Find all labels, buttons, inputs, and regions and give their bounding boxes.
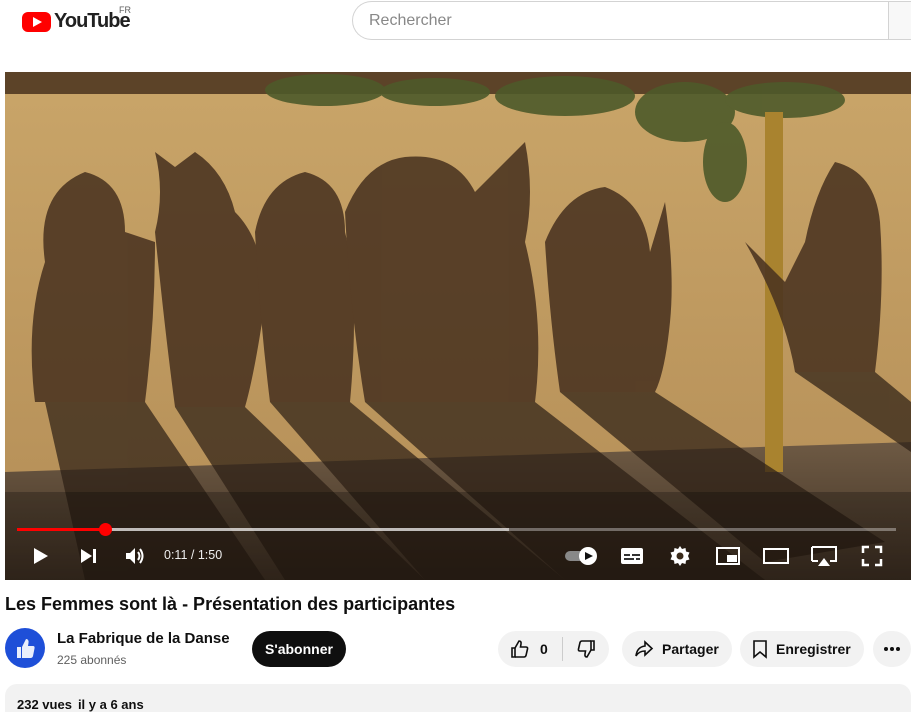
fullscreen-button[interactable] (857, 538, 887, 574)
share-button[interactable]: Partager (622, 631, 732, 667)
progress-bar[interactable] (17, 523, 896, 536)
share-label: Partager (662, 641, 719, 657)
next-icon (81, 549, 96, 563)
subtitles-icon (621, 548, 643, 564)
played-bar (17, 528, 105, 531)
description-box[interactable]: 232 vues il y a 6 ans (5, 684, 911, 712)
description-meta: 232 vues il y a 6 ans (17, 697, 144, 712)
fullscreen-icon (861, 545, 883, 567)
volume-icon (126, 548, 144, 564)
autoplay-toggle[interactable] (563, 538, 599, 574)
thumbs-up-logo-icon (17, 639, 35, 658)
thumbs-down-icon (577, 640, 595, 658)
player-controls: 0:11 / 1:50 (5, 538, 911, 574)
theater-mode-button[interactable] (761, 538, 791, 574)
thumbs-up-icon (511, 640, 529, 658)
more-actions-button[interactable] (873, 631, 911, 667)
subscribe-button[interactable]: S'abonner (252, 631, 346, 667)
like-dislike-group: 0 (498, 631, 609, 667)
search-box (352, 1, 911, 40)
bookmark-icon (753, 640, 767, 659)
save-label: Enregistrer (776, 641, 851, 657)
time-display: 0:11 / 1:50 (164, 548, 223, 562)
view-count: 232 vues (17, 697, 72, 712)
settings-gear-icon (670, 546, 690, 566)
youtube-logo[interactable]: YouTube (22, 10, 131, 33)
channel-avatar[interactable] (5, 628, 45, 668)
miniplayer-button[interactable] (713, 538, 743, 574)
next-button[interactable] (73, 538, 103, 574)
airplay-icon (811, 546, 837, 566)
search-button[interactable] (888, 1, 911, 40)
settings-button[interactable] (665, 538, 695, 574)
play-icon (34, 548, 48, 564)
upload-age: il y a 6 ans (77, 697, 144, 712)
search-input[interactable] (353, 2, 873, 39)
more-horizontal-icon (884, 647, 900, 651)
subscriber-count: 225 abonnés (57, 653, 127, 667)
scrubber-handle[interactable] (98, 523, 112, 536)
share-arrow-icon (635, 640, 654, 657)
autoplay-toggle-icon (565, 547, 597, 565)
save-button[interactable]: Enregistrer (740, 631, 864, 667)
video-title: Les Femmes sont là - Présentation des pa… (5, 594, 456, 614)
miniplayer-icon (716, 547, 740, 565)
volume-button[interactable] (120, 538, 150, 574)
like-button[interactable]: 0 (498, 631, 562, 667)
play-button[interactable] (25, 538, 55, 574)
theater-mode-icon (763, 548, 789, 564)
top-header: YouTube FR (0, 0, 911, 56)
video-player[interactable]: 0:11 / 1:50 (5, 72, 911, 580)
region-code: FR (119, 5, 131, 15)
youtube-logo-icon (22, 11, 51, 32)
subtitles-button[interactable] (617, 538, 647, 574)
like-count: 0 (540, 641, 548, 657)
airplay-button[interactable] (808, 538, 840, 574)
channel-name[interactable]: La Fabrique de la Danse (57, 630, 230, 647)
dislike-button[interactable] (563, 631, 609, 667)
video-frame (5, 72, 911, 580)
